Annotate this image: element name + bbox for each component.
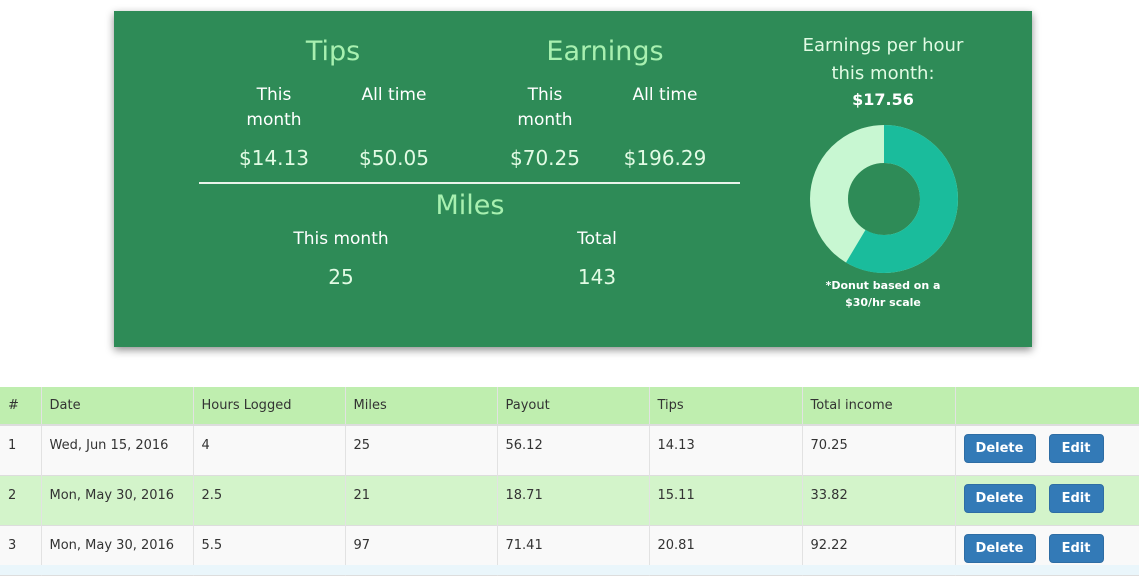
earnings-this-month-label: This month <box>517 85 573 130</box>
earnings-title: Earnings <box>546 36 664 67</box>
edit-button[interactable]: Edit <box>1048 483 1104 513</box>
cell-tips: 14.13 <box>649 425 803 475</box>
table-row: 2 Mon, May 30, 2016 2.5 21 18.71 15.11 3… <box>0 475 1139 525</box>
edit-button[interactable]: Edit <box>1048 533 1104 563</box>
cell-date: Wed, Jun 15, 2016 <box>41 425 194 475</box>
miles-this-month-value: 25 <box>328 265 354 289</box>
eph-title-line2: this month: <box>831 63 935 84</box>
earnings-all-time-label: All time <box>632 85 698 105</box>
stats-card: Tips This month All time $14.13 $50.05 E… <box>114 11 1032 347</box>
header-payout: Payout <box>497 387 650 426</box>
cell-actions: Delete Edit <box>955 475 1139 525</box>
delete-button[interactable]: Delete <box>963 483 1036 513</box>
cell-actions: Delete Edit <box>955 425 1139 475</box>
tips-title: Tips <box>305 36 361 67</box>
edit-button[interactable]: Edit <box>1048 434 1104 463</box>
miles-total-label: Total <box>577 229 617 249</box>
header-tips: Tips <box>649 387 803 426</box>
earnings-all-time-value: $196.29 <box>623 146 707 170</box>
cell-hours: 2.5 <box>193 475 346 525</box>
donut-note-line2: $30/hr scale <box>845 296 921 309</box>
cell-date: Mon, May 30, 2016 <box>41 475 194 525</box>
donut-note-line1: *Donut based on a <box>825 279 941 292</box>
earnings-this-month-value: $70.25 <box>510 146 580 170</box>
cell-miles: 21 <box>345 475 498 525</box>
shifts-table-container: # Date Hours Logged Miles Payout Tips To… <box>0 387 1139 576</box>
header-hours: Hours Logged <box>193 387 346 426</box>
eph-title-line1: Earnings per hour <box>802 35 964 56</box>
tips-all-time-label: All time <box>361 85 427 105</box>
header-num: # <box>0 387 42 426</box>
miles-total-value: 143 <box>577 265 617 289</box>
shifts-table: # Date Hours Logged Miles Payout Tips To… <box>0 387 1139 576</box>
table-header-row: # Date Hours Logged Miles Payout Tips To… <box>0 387 1139 426</box>
cell-payout: 56.12 <box>497 425 650 475</box>
cell-total: 33.82 <box>802 475 956 525</box>
tips-this-month-value: $14.13 <box>239 146 309 170</box>
cell-num: 1 <box>0 425 42 475</box>
delete-button[interactable]: Delete <box>963 533 1036 563</box>
cell-num: 2 <box>0 475 42 525</box>
section-divider <box>199 182 740 184</box>
next-row-strip <box>0 565 1139 575</box>
header-total-income: Total income <box>802 387 956 426</box>
header-miles: Miles <box>345 387 498 426</box>
cell-total: 70.25 <box>802 425 956 475</box>
earnings-donut-chart <box>810 125 958 273</box>
header-date: Date <box>41 387 194 426</box>
cell-hours: 4 <box>193 425 346 475</box>
eph-value: $17.56 <box>852 90 914 109</box>
tips-this-month-label: This month <box>246 85 302 130</box>
miles-this-month-label: This month <box>293 229 389 249</box>
cell-miles: 25 <box>345 425 498 475</box>
tips-all-time-value: $50.05 <box>359 146 429 170</box>
delete-button[interactable]: Delete <box>963 434 1036 463</box>
header-actions <box>955 387 1139 426</box>
cell-payout: 18.71 <box>497 475 650 525</box>
table-row: 1 Wed, Jun 15, 2016 4 25 56.12 14.13 70.… <box>0 425 1139 475</box>
miles-title: Miles <box>435 190 505 221</box>
cell-tips: 15.11 <box>649 475 803 525</box>
